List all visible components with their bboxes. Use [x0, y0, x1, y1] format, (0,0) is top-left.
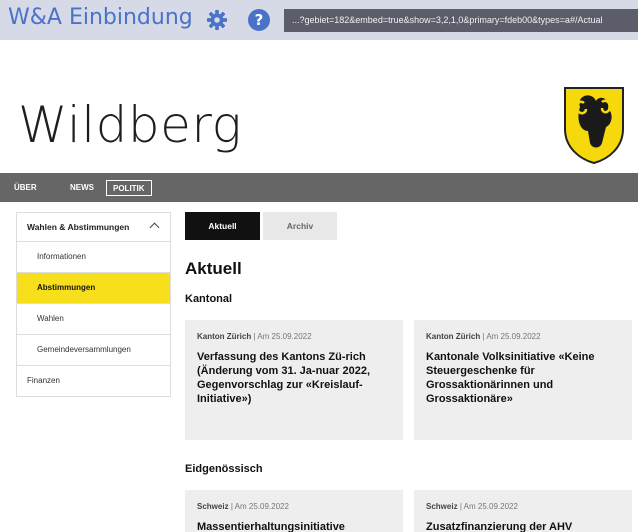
page-title: Aktuell [185, 259, 242, 278]
tab-archiv[interactable]: Archiv [263, 212, 337, 240]
site-title: Wildberg [18, 96, 243, 154]
card-date: | Am 25.09.2022 [253, 332, 312, 341]
card-date: | Am 25.09.2022 [230, 502, 289, 511]
main-nav: ÜBER NEWS POLITIK [0, 173, 638, 202]
card-title: Kantonale Volksinitiative «Keine Steuerg… [426, 351, 595, 405]
gear-icon[interactable] [206, 9, 228, 31]
card-title: Verfassung des Kantons Zü-rich (Änderung… [197, 351, 370, 405]
sidebar-section-wahlen-abstimmungen[interactable]: Wahlen & Abstimmungen [16, 212, 171, 242]
card-title: Massentierhaltungsinitiative [197, 521, 345, 532]
card-meta: Schweiz | Am 25.09.2022 [426, 502, 620, 511]
card-title: Zusatzfinanzierung der AHV [426, 521, 573, 532]
card-meta: Kanton Zürich | Am 25.09.2022 [426, 332, 620, 341]
section-heading-eidgenoessisch: Eidgenössisch [185, 463, 263, 475]
sidebar-item-gemeindeversammlungen[interactable]: Gemeindeversammlungen [16, 335, 171, 366]
card-source: Schweiz [426, 502, 458, 511]
sidebar-item-wahlen[interactable]: Wahlen [16, 304, 171, 335]
sidebar-section-label: Wahlen & Abstimmungen [27, 222, 130, 232]
section-heading-kantonal: Kantonal [185, 293, 233, 305]
tab-aktuell[interactable]: Aktuell [185, 212, 260, 240]
chevron-up-icon[interactable] [149, 222, 160, 233]
sidebar-item-finanzen[interactable]: Finanzen [16, 366, 171, 397]
card-source: Schweiz [197, 502, 229, 511]
card-date: | Am 25.09.2022 [459, 502, 518, 511]
url-field[interactable]: ...?gebiet=182&embed=true&show=3,2,1,0&p… [284, 9, 638, 32]
sidebar: Wahlen & Abstimmungen Informationen Abst… [16, 212, 171, 397]
vote-card[interactable]: Kanton Zürich | Am 25.09.2022 Kantonale … [414, 320, 632, 440]
vote-card[interactable]: Kanton Zürich | Am 25.09.2022 Verfassung… [185, 320, 403, 440]
card-date: | Am 25.09.2022 [482, 332, 541, 341]
nav-item-ueber[interactable]: ÜBER [8, 180, 43, 196]
sidebar-item-informationen[interactable]: Informationen [16, 242, 171, 273]
card-meta: Kanton Zürich | Am 25.09.2022 [197, 332, 391, 341]
embed-toolbar: W&A Einbindung ? ...?gebiet=182&embed=tr… [0, 0, 638, 40]
help-icon[interactable]: ? [248, 9, 270, 31]
nav-item-politik[interactable]: POLITIK [106, 180, 152, 196]
vote-card[interactable]: Schweiz | Am 25.09.2022 Massentierhaltun… [185, 490, 403, 532]
ram-crest-logo [564, 87, 624, 165]
vote-card[interactable]: Schweiz | Am 25.09.2022 Zusatzfinanzieru… [414, 490, 632, 532]
card-meta: Schweiz | Am 25.09.2022 [197, 502, 391, 511]
sidebar-item-abstimmungen[interactable]: Abstimmungen [16, 273, 171, 304]
card-source: Kanton Zürich [426, 332, 481, 341]
embed-title: W&A Einbindung [8, 5, 193, 30]
nav-item-news[interactable]: NEWS [64, 180, 100, 196]
card-source: Kanton Zürich [197, 332, 252, 341]
